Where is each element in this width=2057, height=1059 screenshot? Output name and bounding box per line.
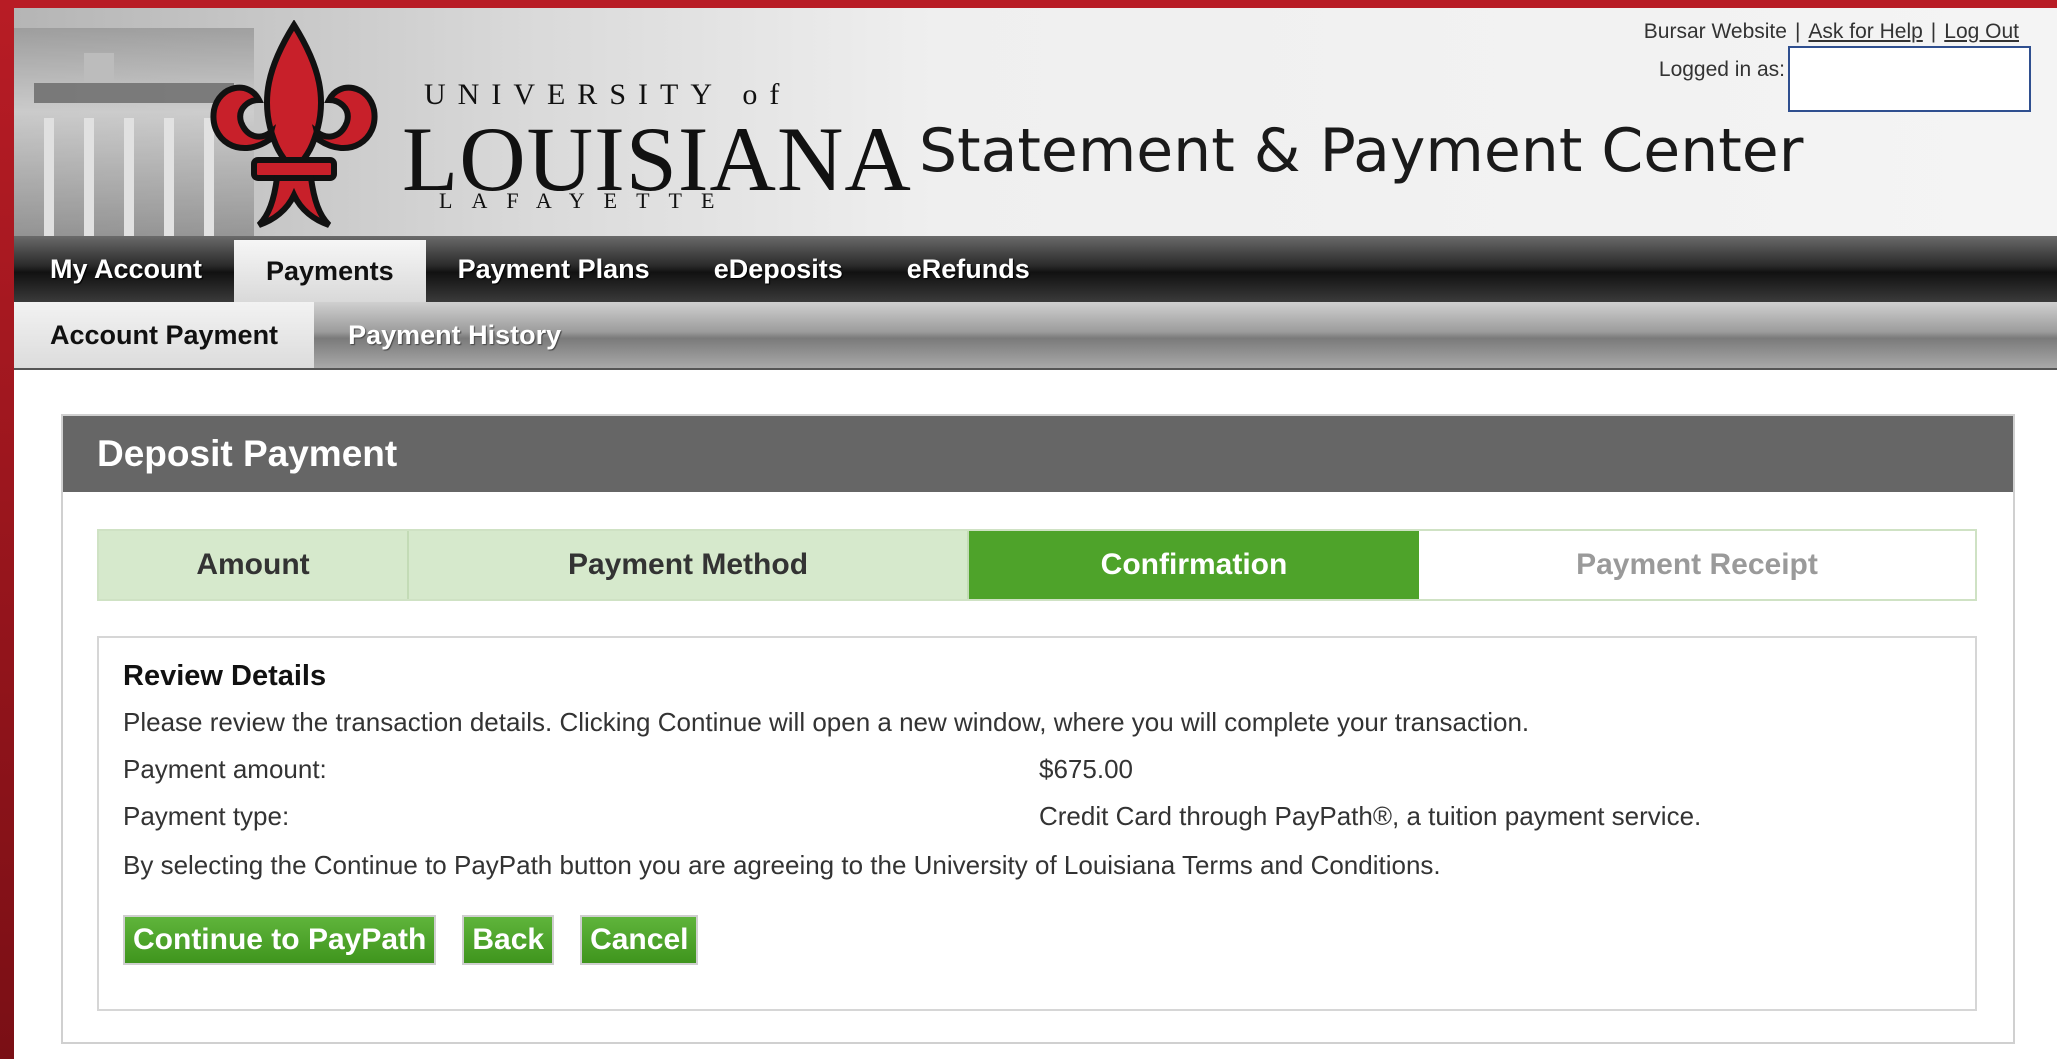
panel-title: Deposit Payment bbox=[63, 416, 2013, 492]
payment-amount-value: $675.00 bbox=[1039, 754, 1133, 784]
nav-payment-plans[interactable]: Payment Plans bbox=[426, 236, 682, 302]
cancel-button[interactable]: Cancel bbox=[580, 915, 699, 965]
terms-text: By selecting the Continue to PayPath but… bbox=[123, 850, 1441, 880]
top-frame bbox=[0, 0, 2057, 8]
step-payment-receipt: Payment Receipt bbox=[1419, 531, 1975, 599]
secondary-nav: Account Payment Payment History bbox=[14, 302, 2057, 370]
nav-my-account[interactable]: My Account bbox=[14, 236, 234, 302]
payment-amount-label: Payment amount: bbox=[123, 754, 327, 784]
nav-edeposits[interactable]: eDeposits bbox=[682, 236, 875, 302]
review-intro: Please review the transaction details. C… bbox=[123, 707, 1530, 737]
logo-lafayette-text: LAFAYETTE bbox=[439, 188, 734, 213]
action-buttons: Continue to PayPath Back Cancel bbox=[123, 915, 1951, 965]
link-separator: | bbox=[1794, 20, 1801, 43]
payment-type-value: Credit Card through PayPath®, a tuition … bbox=[1039, 801, 1702, 831]
bursar-website-link[interactable]: Bursar Website bbox=[1644, 20, 1787, 44]
logged-in-user-box bbox=[1788, 46, 2031, 112]
deposit-payment-panel: Deposit Payment Amount Payment Method Co… bbox=[61, 414, 2015, 1044]
nav-erefunds[interactable]: eRefunds bbox=[875, 236, 1062, 302]
review-heading: Review Details bbox=[123, 660, 327, 692]
payment-type-label: Payment type: bbox=[123, 801, 290, 831]
back-button[interactable]: Back bbox=[462, 915, 555, 965]
progress-steps: Amount Payment Method Confirmation Payme… bbox=[97, 529, 1977, 601]
link-separator: | bbox=[1930, 20, 1937, 43]
site-title: Statement & Payment Center bbox=[919, 116, 1804, 186]
site-header: UNIVERSITY of LOUISIANA LAFAYETTE Statem… bbox=[14, 8, 2057, 236]
top-links: Bursar Website | Ask for Help | Log Out bbox=[1644, 20, 2019, 44]
payment-amount-row: Payment amount: $675.00 bbox=[123, 754, 1951, 785]
step-amount: Amount bbox=[99, 531, 409, 599]
payment-type-row: Payment type: Credit Card through PayPat… bbox=[123, 801, 1951, 832]
logged-in-label: Logged in as: bbox=[1658, 58, 1785, 81]
primary-nav: My Account Payments Payment Plans eDepos… bbox=[14, 236, 2057, 302]
step-confirmation: Confirmation bbox=[969, 531, 1419, 599]
review-details-box: Review Details Please review the transac… bbox=[97, 636, 1977, 1011]
left-frame bbox=[0, 0, 14, 1059]
subnav-account-payment[interactable]: Account Payment bbox=[14, 302, 315, 368]
continue-to-paypath-button[interactable]: Continue to PayPath bbox=[123, 915, 437, 965]
ask-for-help-link[interactable]: Ask for Help bbox=[1808, 20, 1922, 44]
nav-payments[interactable]: Payments bbox=[234, 240, 426, 302]
step-payment-method: Payment Method bbox=[409, 531, 969, 599]
fleur-de-lis-icon bbox=[210, 20, 378, 228]
log-out-link[interactable]: Log Out bbox=[1944, 20, 2019, 44]
subnav-payment-history[interactable]: Payment History bbox=[314, 302, 595, 368]
